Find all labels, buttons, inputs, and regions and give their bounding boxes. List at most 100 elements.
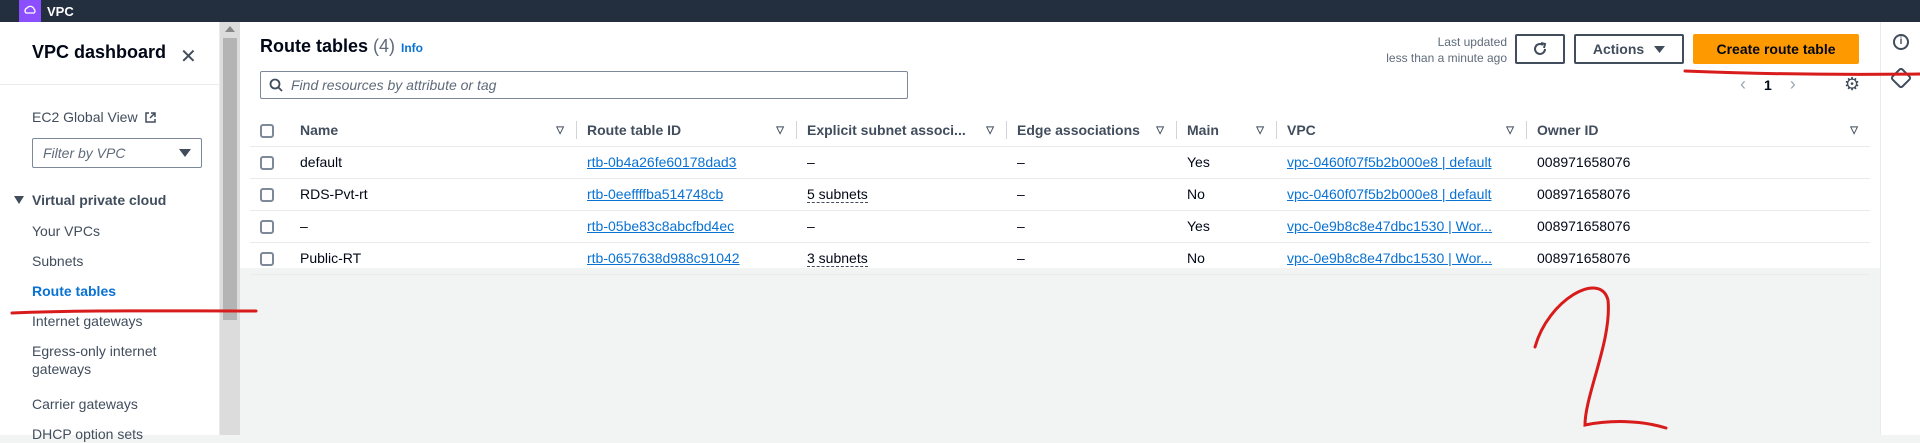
page-title: Route tables (4) bbox=[260, 36, 395, 57]
sidebar-item-internet-gateways[interactable]: Internet gateways bbox=[32, 312, 143, 330]
sort-icon[interactable]: ▽ bbox=[1506, 125, 1514, 136]
select-all-cell bbox=[250, 115, 290, 147]
column-header-owner-id[interactable]: Owner ID ▽ bbox=[1527, 115, 1870, 147]
vpc-link[interactable]: vpc-0460f07f5b2b000e8 | default bbox=[1287, 186, 1491, 202]
sort-icon[interactable]: ▽ bbox=[1156, 125, 1164, 136]
sort-icon[interactable]: ▽ bbox=[1256, 125, 1264, 136]
search-input[interactable]: Find resources by attribute or tag bbox=[260, 71, 908, 99]
table-row[interactable]: RDS-Pvt-rt rtb-0eeffffba514748cb 5 subne… bbox=[250, 178, 1870, 211]
cell-main: No bbox=[1177, 178, 1277, 211]
external-link-icon bbox=[144, 111, 156, 123]
column-header-edge-associations[interactable]: Edge associations ▽ bbox=[1007, 115, 1177, 147]
service-name[interactable]: VPC bbox=[47, 4, 74, 19]
cell-route-table-id: rtb-05be83c8abcfbd4ec bbox=[577, 210, 797, 243]
route-table-id-link[interactable]: rtb-05be83c8abcfbd4ec bbox=[587, 218, 734, 234]
cell-owner-id: 008971658076 bbox=[1527, 178, 1870, 211]
cell-main: Yes bbox=[1177, 210, 1277, 243]
refresh-icon bbox=[1534, 42, 1547, 55]
cell-vpc: vpc-0e9b8c8e47dbc1530 | Wor... bbox=[1277, 210, 1527, 243]
cell-name: RDS-Pvt-rt bbox=[290, 178, 577, 211]
table-row[interactable]: – rtb-05be83c8abcfbd4ec – – Yes vpc-0e9b… bbox=[250, 210, 1870, 243]
actions-label: Actions bbox=[1592, 41, 1645, 57]
column-label: Edge associations bbox=[1017, 122, 1140, 139]
ec2-global-view-link[interactable]: EC2 Global View bbox=[32, 109, 157, 125]
info-link[interactable]: Info bbox=[401, 41, 423, 55]
cell-explicit-subnet: 5 subnets bbox=[797, 178, 1007, 211]
sidebar-scrollbar[interactable] bbox=[220, 22, 240, 435]
cell-edge-associations: – bbox=[1007, 146, 1177, 179]
column-header-vpc[interactable]: VPC ▽ bbox=[1277, 115, 1527, 147]
sort-icon[interactable]: ▽ bbox=[776, 125, 784, 136]
last-updated-label: Last updated bbox=[1437, 35, 1507, 49]
column-header-name[interactable]: Name ▽ bbox=[290, 115, 577, 147]
table-row[interactable]: Public-RT rtb-0657638d988c91042 3 subnet… bbox=[250, 242, 1870, 275]
create-route-table-button[interactable]: Create route table bbox=[1693, 34, 1859, 64]
last-updated-value: less than a minute ago bbox=[1386, 51, 1507, 65]
row-select-cell bbox=[250, 242, 290, 275]
info-circle-icon[interactable]: i bbox=[1893, 34, 1909, 50]
cell-route-table-id: rtb-0b4a26fe60178dad3 bbox=[577, 146, 797, 179]
row-checkbox[interactable] bbox=[260, 252, 274, 267]
column-label: Main bbox=[1187, 122, 1219, 139]
sidebar-title[interactable]: VPC dashboard bbox=[32, 42, 166, 63]
filter-by-vpc-select[interactable]: Filter by VPC bbox=[32, 138, 202, 168]
actions-button[interactable]: Actions bbox=[1574, 34, 1684, 64]
cell-owner-id: 008971658076 bbox=[1527, 146, 1870, 179]
cell-explicit-subnet: – bbox=[797, 146, 1007, 179]
main-content: Route tables (4) Info Last updated less … bbox=[240, 22, 1880, 435]
sort-icon[interactable]: ▽ bbox=[986, 125, 994, 136]
filter-by-vpc-placeholder: Filter by VPC bbox=[43, 145, 126, 161]
vpc-link[interactable]: vpc-0e9b8c8e47dbc1530 | Wor... bbox=[1287, 218, 1492, 234]
sidebar-item-route-tables[interactable]: Route tables bbox=[32, 282, 116, 300]
sidebar-item-egress-only-internet-gateways[interactable]: Egress-only internet gateways bbox=[32, 342, 172, 378]
cell-name: Public-RT bbox=[290, 242, 577, 275]
row-checkbox[interactable] bbox=[260, 156, 274, 171]
cell-name: – bbox=[290, 210, 577, 243]
scroll-up-arrow[interactable] bbox=[225, 26, 235, 32]
vpc-link[interactable]: vpc-0e9b8c8e47dbc1530 | Wor... bbox=[1287, 250, 1492, 266]
cell-edge-associations: – bbox=[1007, 210, 1177, 243]
sidebar-item-carrier-gateways[interactable]: Carrier gateways bbox=[32, 395, 138, 413]
cell-vpc: vpc-0460f07f5b2b000e8 | default bbox=[1277, 178, 1527, 211]
sort-icon[interactable]: ▽ bbox=[1850, 125, 1858, 136]
previous-page-icon[interactable]: ‹ bbox=[1740, 74, 1746, 95]
current-page-number[interactable]: 1 bbox=[1764, 77, 1772, 93]
vpc-link[interactable]: vpc-0460f07f5b2b000e8 | default bbox=[1287, 154, 1491, 170]
close-icon[interactable]: ✕ bbox=[180, 44, 197, 69]
next-page-icon[interactable]: › bbox=[1790, 74, 1796, 95]
cell-edge-associations: – bbox=[1007, 178, 1177, 211]
refresh-button[interactable] bbox=[1515, 34, 1565, 64]
search-icon bbox=[269, 78, 283, 92]
sidebar-item-your-vpcs[interactable]: Your VPCs bbox=[32, 222, 100, 240]
cell-owner-id: 008971658076 bbox=[1527, 242, 1870, 275]
table-settings-gear-icon[interactable]: ⚙ bbox=[1844, 74, 1860, 95]
column-label: VPC bbox=[1287, 122, 1316, 139]
select-all-checkbox[interactable] bbox=[260, 124, 274, 139]
table-row[interactable]: default rtb-0b4a26fe60178dad3 – – Yes vp… bbox=[250, 146, 1870, 179]
route-table-id-link[interactable]: rtb-0657638d988c91042 bbox=[587, 250, 740, 266]
sidebar-item-dhcp-option-sets[interactable]: DHCP option sets bbox=[32, 425, 143, 443]
page-title-text: Route tables bbox=[260, 36, 369, 56]
row-checkbox[interactable] bbox=[260, 220, 274, 235]
column-label: Explicit subnet associ... bbox=[807, 122, 966, 139]
column-header-route-table-id[interactable]: Route table ID ▽ bbox=[577, 115, 797, 147]
route-table-id-link[interactable]: rtb-0b4a26fe60178dad3 bbox=[587, 154, 736, 170]
column-header-explicit-subnet[interactable]: Explicit subnet associ... ▽ bbox=[797, 115, 1007, 147]
sidebar-section-virtual-private-cloud[interactable]: Virtual private cloud bbox=[14, 192, 166, 208]
last-updated-text: Last updated less than a minute ago bbox=[1386, 34, 1507, 66]
cell-explicit-subnet: 3 subnets bbox=[797, 242, 1007, 275]
tools-diamond-icon[interactable] bbox=[1889, 66, 1913, 90]
row-checkbox[interactable] bbox=[260, 188, 274, 203]
sidebar-item-subnets[interactable]: Subnets bbox=[32, 252, 83, 270]
sort-icon[interactable]: ▽ bbox=[556, 125, 564, 136]
cell-name: default bbox=[290, 146, 577, 179]
sidebar-section-label: Virtual private cloud bbox=[32, 192, 167, 208]
route-table-id-link[interactable]: rtb-0eeffffba514748cb bbox=[587, 186, 723, 202]
column-label: Owner ID bbox=[1537, 122, 1599, 139]
subnets-popover-trigger[interactable]: 3 subnets bbox=[807, 250, 868, 267]
subnets-popover-trigger[interactable]: 5 subnets bbox=[807, 186, 868, 203]
vpc-service-icon[interactable] bbox=[19, 0, 41, 22]
column-label: Route table ID bbox=[587, 122, 682, 139]
column-header-main[interactable]: Main ▽ bbox=[1177, 115, 1277, 147]
scrollbar-thumb[interactable] bbox=[223, 38, 237, 320]
